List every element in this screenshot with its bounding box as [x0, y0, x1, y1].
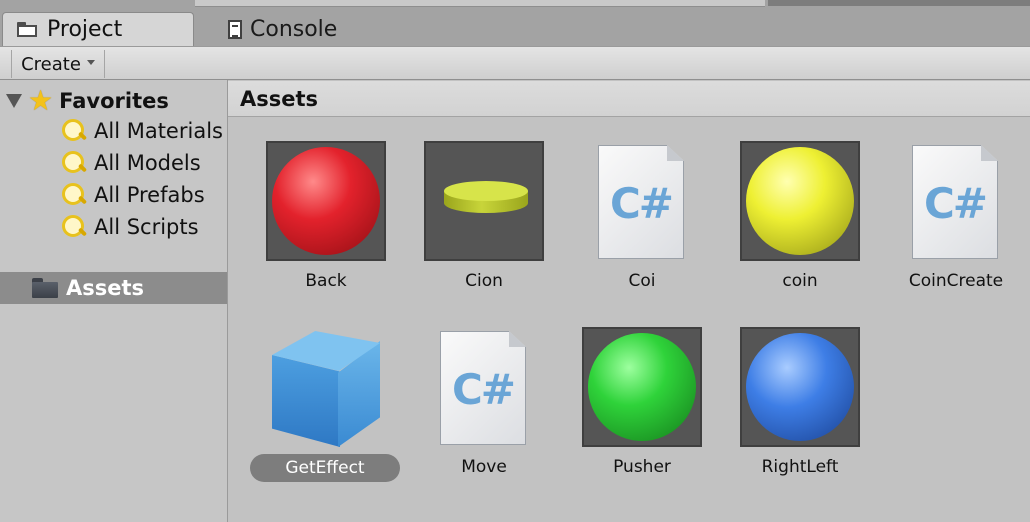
- console-icon: [228, 19, 242, 39]
- asset-tile-coi[interactable]: C# Coi: [562, 117, 722, 297]
- favorite-item-all-prefabs[interactable]: All Prefabs: [60, 180, 205, 210]
- favorite-item-all-models[interactable]: All Models: [60, 148, 201, 178]
- favorite-item-label: All Scripts: [94, 215, 199, 239]
- top-strip-dark: [768, 0, 1030, 6]
- favorite-item-all-materials[interactable]: All Materials: [60, 116, 223, 146]
- csharp-glyph: C#: [451, 365, 516, 414]
- tab-console-label: Console: [250, 16, 338, 42]
- asset-tile-move[interactable]: C# Move: [404, 303, 564, 483]
- asset-label-selected[interactable]: GetEffect: [250, 454, 400, 482]
- create-button[interactable]: Create: [11, 50, 105, 78]
- asset-label: Back: [305, 271, 347, 291]
- material-sphere-icon: [588, 333, 696, 441]
- material-sphere-icon: [272, 147, 380, 255]
- search-icon: [60, 181, 88, 209]
- material-sphere-icon: [746, 147, 854, 255]
- sidebar-item-assets[interactable]: Assets: [0, 272, 227, 304]
- asset-tile-pusher[interactable]: Pusher: [562, 303, 722, 483]
- csharp-glyph: C#: [923, 179, 988, 228]
- prefab-cube-icon: [266, 327, 386, 449]
- tab-project-label: Project: [47, 17, 123, 42]
- top-strip: [195, 0, 765, 7]
- asset-tile-back[interactable]: Back: [246, 117, 406, 297]
- asset-label: Cion: [465, 271, 503, 291]
- folder-icon: [32, 278, 58, 298]
- project-toolbar: Create: [0, 46, 1030, 80]
- star-icon: ★: [28, 84, 54, 117]
- project-sidebar: ★ Favorites All Materials All Models All…: [0, 80, 228, 522]
- folder-icon: [17, 21, 39, 38]
- asset-label: RightLeft: [761, 457, 839, 477]
- favorite-item-all-scripts[interactable]: All Scripts: [60, 212, 199, 242]
- search-icon: [60, 149, 88, 177]
- material-sphere-icon: [746, 333, 854, 441]
- cylinder-icon: [444, 181, 528, 223]
- tab-project[interactable]: Project: [2, 12, 194, 46]
- asset-label: Coi: [628, 271, 656, 291]
- favorites-label: Favorites: [59, 89, 169, 113]
- asset-tile-cion[interactable]: Cion: [404, 117, 564, 297]
- expand-triangle-icon[interactable]: [6, 94, 22, 108]
- favorite-item-label: All Prefabs: [94, 183, 205, 207]
- asset-tile-coincreate[interactable]: C# CoinCreate: [876, 117, 1030, 297]
- asset-label: CoinCreate: [908, 271, 1004, 291]
- asset-tile-rightleft[interactable]: RightLeft: [720, 303, 880, 483]
- tab-console[interactable]: Console: [214, 12, 374, 46]
- asset-tile-coin[interactable]: coin: [720, 117, 880, 297]
- dropdown-caret-icon: [86, 59, 95, 65]
- asset-label: coin: [782, 271, 818, 291]
- panel-tab-bar: Project Console: [0, 0, 1030, 46]
- favorites-header[interactable]: ★ Favorites: [6, 84, 169, 117]
- csharp-glyph: C#: [609, 179, 674, 228]
- asset-label: Pusher: [613, 457, 671, 477]
- search-icon: [60, 213, 88, 241]
- sidebar-item-assets-label: Assets: [66, 276, 145, 300]
- favorite-item-label: All Models: [94, 151, 201, 175]
- asset-grid: Back Cion C# Coi coin C# CoinCreate GetE…: [228, 117, 1030, 522]
- create-button-label: Create: [21, 53, 81, 75]
- asset-label: Move: [461, 457, 507, 477]
- breadcrumb: Assets: [228, 81, 1030, 117]
- search-icon: [60, 117, 88, 145]
- favorite-item-label: All Materials: [94, 119, 223, 143]
